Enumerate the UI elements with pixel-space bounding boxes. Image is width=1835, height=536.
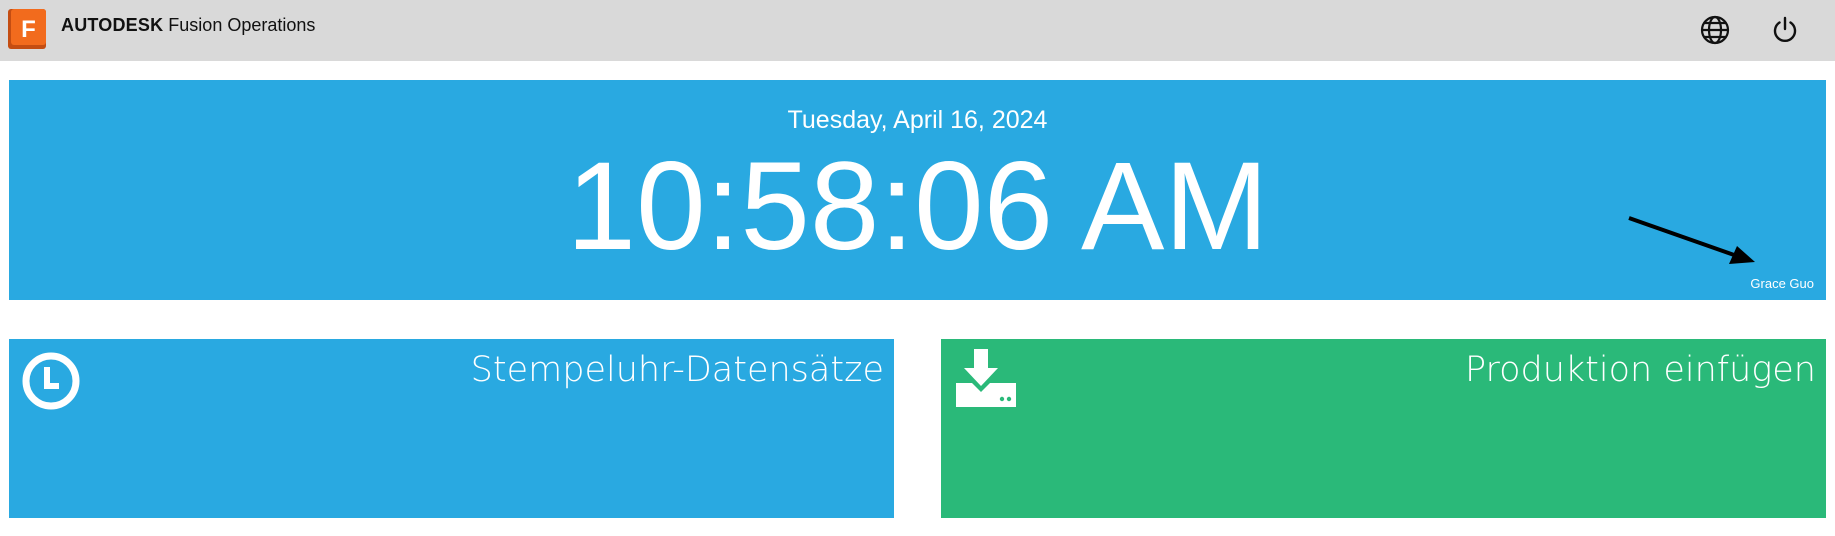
- user-name: Grace Guo: [1750, 276, 1814, 291]
- tile-label: Stempeluhr-Datensätze: [470, 350, 884, 390]
- arrow-annotation: [1617, 212, 1767, 272]
- globe-icon[interactable]: [1698, 13, 1732, 47]
- time-clock-records-tile[interactable]: Stempeluhr-Datensätze: [9, 339, 894, 518]
- current-time: 10:58:06 AM: [566, 137, 1269, 276]
- current-date: Tuesday, April 16, 2024: [787, 106, 1048, 134]
- clock-panel: Tuesday, April 16, 2024 10:58:06 AM Grac…: [9, 80, 1826, 300]
- svg-text:F: F: [21, 16, 36, 43]
- tile-label: Produktion einfügen: [1464, 350, 1816, 390]
- brand-name: AUTODESK: [61, 15, 164, 35]
- app-title: AUTODESK Fusion Operations: [61, 15, 315, 36]
- top-bar: F AUTODESK Fusion Operations: [0, 0, 1835, 61]
- clock-icon: [22, 349, 86, 413]
- autodesk-fusion-logo: F: [8, 9, 50, 51]
- product-name: Fusion Operations: [168, 15, 316, 35]
- power-icon[interactable]: [1768, 13, 1802, 47]
- insert-production-tile[interactable]: Produktion einfügen: [941, 339, 1826, 518]
- download-icon: [954, 349, 1018, 413]
